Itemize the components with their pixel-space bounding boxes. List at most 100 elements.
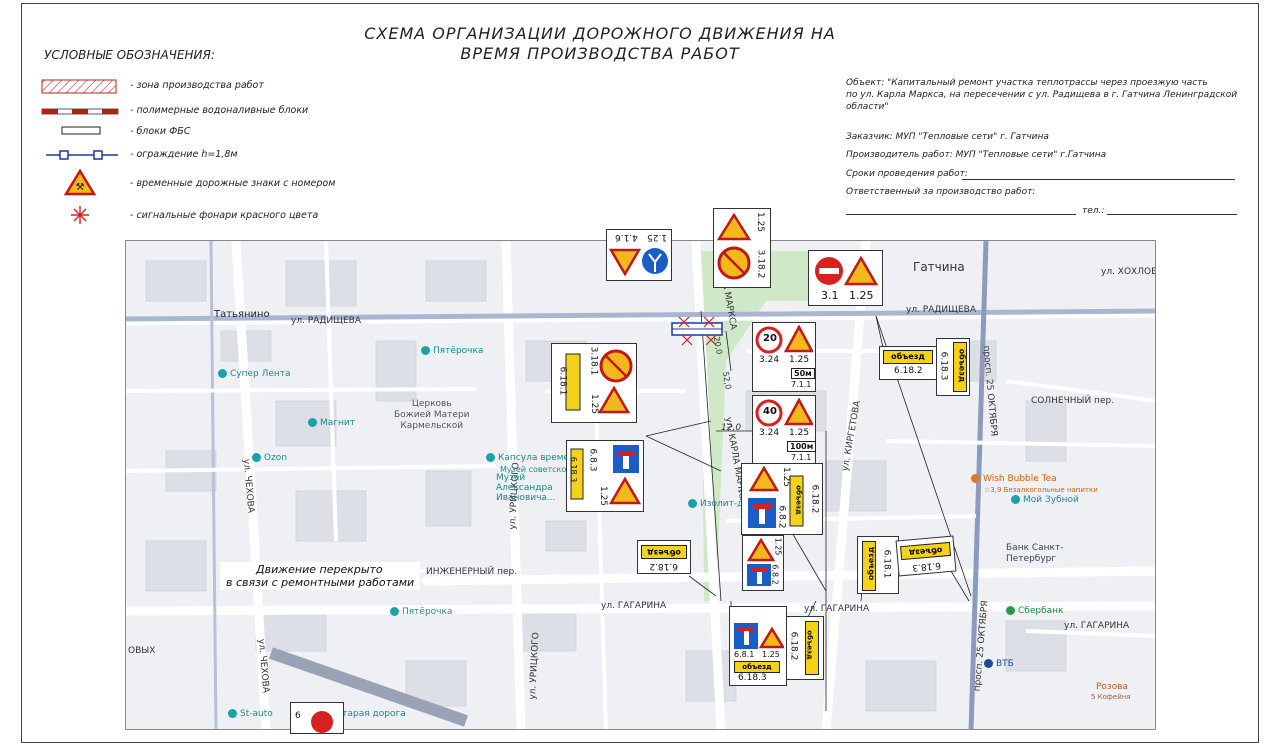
sign-label: 6.18.3 [911, 559, 942, 573]
distance-plate: 50м [791, 368, 815, 379]
place-tatyanino: Татьянино [214, 309, 270, 320]
work-zone-symbol [41, 79, 117, 94]
poi-super-lenta: Супер Лента [218, 369, 291, 379]
detour-sign-icon: объезд [900, 541, 952, 561]
customer-info: Заказчик: МУП "Тепловые сети" г. Гатчина [846, 132, 1049, 142]
sign-label: 7.1.1 [791, 380, 812, 389]
road-closed-line-2: в связи с ремонтными работами [226, 576, 415, 589]
sign-group-6-8-2-b: 1.25 6.8.2 [742, 535, 784, 591]
legend-item-lamps: - сигнальные фонари красного цвета [130, 210, 319, 221]
sign-label: 3.1 [821, 289, 839, 302]
poi-ozon: Ozon [252, 453, 287, 463]
roadworks-sign-icon [748, 466, 780, 492]
roadworks-sign-icon [758, 626, 784, 649]
sign-label: 1.25 [781, 466, 792, 488]
poi-bank: Банк Санкт- Петербург [1006, 543, 1064, 564]
street-inzhenerny: ИНЖЕНЕРНЫЙ пер. [426, 567, 518, 577]
sign-group-speed-20: 20 3.24 1.25 50м 7.1.1 [752, 322, 816, 392]
roadworks-sign-icon [716, 212, 752, 241]
sign-label: 7.1.1 [791, 453, 812, 462]
sign-group-3-18-1: 6.18.1 3.18.1 1.25 [551, 343, 637, 423]
sign-group-6-18-3-b: 6.18.3 объезд [895, 535, 957, 577]
street-solnechny: СОЛНЕЧНЫЙ пер. [1031, 396, 1115, 406]
sign-label: 1.25 [589, 393, 600, 415]
sign-group-6-18-3-right: объезд 6.18.3 [936, 338, 970, 396]
dentist-icon [1011, 495, 1020, 504]
poi-koffeinya: 5 Кофейня [1091, 693, 1131, 701]
sign-label: 3.24 [759, 355, 780, 365]
poi-kapsula: Капсула времен [486, 453, 575, 463]
sign-label: 4.1.6 [615, 232, 638, 242]
distance-plate: 100м [787, 441, 817, 452]
sign-label: 6.8.3 [587, 448, 598, 472]
detour-text: объезд [805, 630, 814, 660]
road-closed-line-1: Движение перекрыто [256, 563, 383, 576]
dim-12: 12,0 [721, 423, 742, 433]
roadworks-sign-icon [608, 476, 641, 505]
bank-icon [984, 659, 993, 668]
responsible-label: Ответственный за производство работ: [846, 187, 1036, 197]
street-obvod: ОВЫХ [128, 646, 156, 656]
sign-label: 6.18.2 [894, 366, 923, 376]
title-line-1: СХЕМА ОРГАНИЗАЦИИ ДОРОЖНОГО ДВИЖЕНИЯ НА [364, 24, 836, 43]
sign-icons [815, 255, 879, 286]
water-block-symbol [41, 108, 119, 115]
poi-sberbank: Сбербанк [1006, 606, 1063, 616]
legend-item-signs: - временные дорожные знаки с номером [130, 178, 336, 189]
sign-label: 6.18.1 [881, 549, 892, 579]
roadworks-sign-icon [597, 385, 631, 414]
legend-item-fence: - ограждение h=1,8м [130, 149, 238, 160]
sign-label: 6.18.3 [738, 673, 767, 683]
legend-heading: УСЛОВНЫЕ ОБОЗНАЧЕНИЯ: [44, 48, 215, 62]
shop-icon [421, 346, 430, 355]
sign-label: 6.18.1 [557, 366, 568, 396]
street-gagarina-right: ул. ГАГАРИНА [1064, 621, 1130, 631]
sign-label: 1.25 [762, 650, 780, 659]
street-khokhlova: ул. ХОХЛОВА [1101, 267, 1155, 277]
roadworks-sign-icon [783, 325, 813, 353]
shop-icon [218, 369, 227, 378]
poi-pyaterochka-bottom: Пятёрочка [390, 607, 452, 617]
object-line-2: по ул. Карла Маркса, на пересечении с ул… [846, 90, 1238, 100]
detour-text: объезд [866, 546, 876, 581]
sign-label: 3.18.2 [755, 249, 766, 279]
sign-label: 6.18.3 [569, 456, 579, 483]
phone-label: тел.: [1082, 206, 1105, 216]
poi-church: Церковь Божией Матери Кармельской [394, 399, 470, 431]
sign-label: 6.18.3 [938, 351, 949, 381]
parcel-icon [252, 453, 261, 462]
street-gagarina-mid: ул. ГАГАРИНА [804, 604, 870, 614]
legend-item-fbs: - блоки ФБС [130, 126, 191, 137]
object-line-1: Объект: "Капитальный ремонт участка тепл… [846, 78, 1208, 88]
speed-value: 20 [763, 333, 777, 344]
street-radishcheva-left: ул. РАДИЩЕВА [291, 316, 362, 326]
phone-line [1107, 214, 1237, 215]
sign-group-6-18-2-right: объезд 6.18.2 [879, 346, 937, 380]
sign-label: 1.25 [789, 428, 810, 438]
sign-label: 3.24 [759, 428, 780, 438]
contractor-info: Производитель работ: МУП "Тепловые сети"… [846, 150, 1107, 160]
object-line-3: области" [846, 102, 889, 112]
svg-text:⚒: ⚒ [76, 182, 85, 193]
fbs-block-symbol [61, 126, 101, 135]
poi-st-auto: St-auto [228, 709, 273, 719]
dates-label: Сроки проведения работ: [846, 169, 968, 179]
sign-label: 1.25 [849, 289, 874, 302]
sign-group-4-1-6: 4.1.6 1.25 [606, 229, 672, 281]
sign-icons [716, 212, 752, 280]
sign-icons [609, 248, 668, 277]
sign-label: 6.8.2 [770, 564, 780, 585]
detour-sign-icon: объезд [641, 545, 687, 559]
shop-icon [390, 607, 399, 616]
sign-group-3-1: 3.1 1.25 [808, 250, 883, 306]
sign-label: 3.18.1 [588, 346, 599, 376]
sign-group-6-18-2-bottom: объезд 6.18.2 [786, 616, 824, 680]
title-line-2: ВРЕМЯ ПРОИЗВОДСТВА РАБОТ [460, 44, 740, 63]
poi-izolit: Изолит-д [688, 499, 743, 509]
bank-icon [1006, 606, 1015, 615]
sign-group-6-18-2-lower: 6.18.2 объезд [637, 540, 691, 574]
poi-magnit: Магнит [308, 418, 355, 428]
poi-wish: Wish Bubble Tea [971, 474, 1057, 484]
sign-label: 1.25 [789, 355, 810, 365]
roadworks-sign-icon [783, 398, 813, 426]
